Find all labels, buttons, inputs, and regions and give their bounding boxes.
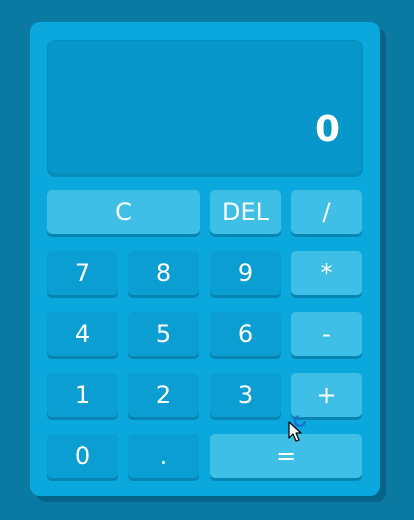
- multiply-button[interactable]: *: [291, 251, 362, 295]
- subtract-button[interactable]: -: [291, 312, 362, 356]
- digit-3-button[interactable]: 3: [210, 373, 281, 417]
- digit-9-button[interactable]: 9: [210, 251, 281, 295]
- calculator-display: 0: [47, 40, 363, 174]
- mouse-pointer-icon: [288, 421, 302, 442]
- digit-8-button[interactable]: 8: [128, 251, 199, 295]
- digit-5-button[interactable]: 5: [128, 312, 199, 356]
- add-button[interactable]: +: [291, 373, 362, 417]
- divide-button[interactable]: /: [291, 190, 362, 234]
- decimal-button[interactable]: .: [128, 434, 199, 478]
- delete-button[interactable]: DEL: [210, 190, 281, 234]
- calculator: 0 C DEL / 7 8 9 * 4 5 6 - 1 2 3 + 0 . =: [30, 22, 380, 496]
- digit-7-button[interactable]: 7: [47, 251, 118, 295]
- digit-4-button[interactable]: 4: [47, 312, 118, 356]
- equals-button[interactable]: =: [210, 434, 362, 478]
- digit-6-button[interactable]: 6: [210, 312, 281, 356]
- clear-button[interactable]: C: [47, 190, 200, 234]
- digit-2-button[interactable]: 2: [128, 373, 199, 417]
- digit-1-button[interactable]: 1: [47, 373, 118, 417]
- digit-0-button[interactable]: 0: [47, 434, 118, 478]
- display-value: 0: [314, 109, 341, 150]
